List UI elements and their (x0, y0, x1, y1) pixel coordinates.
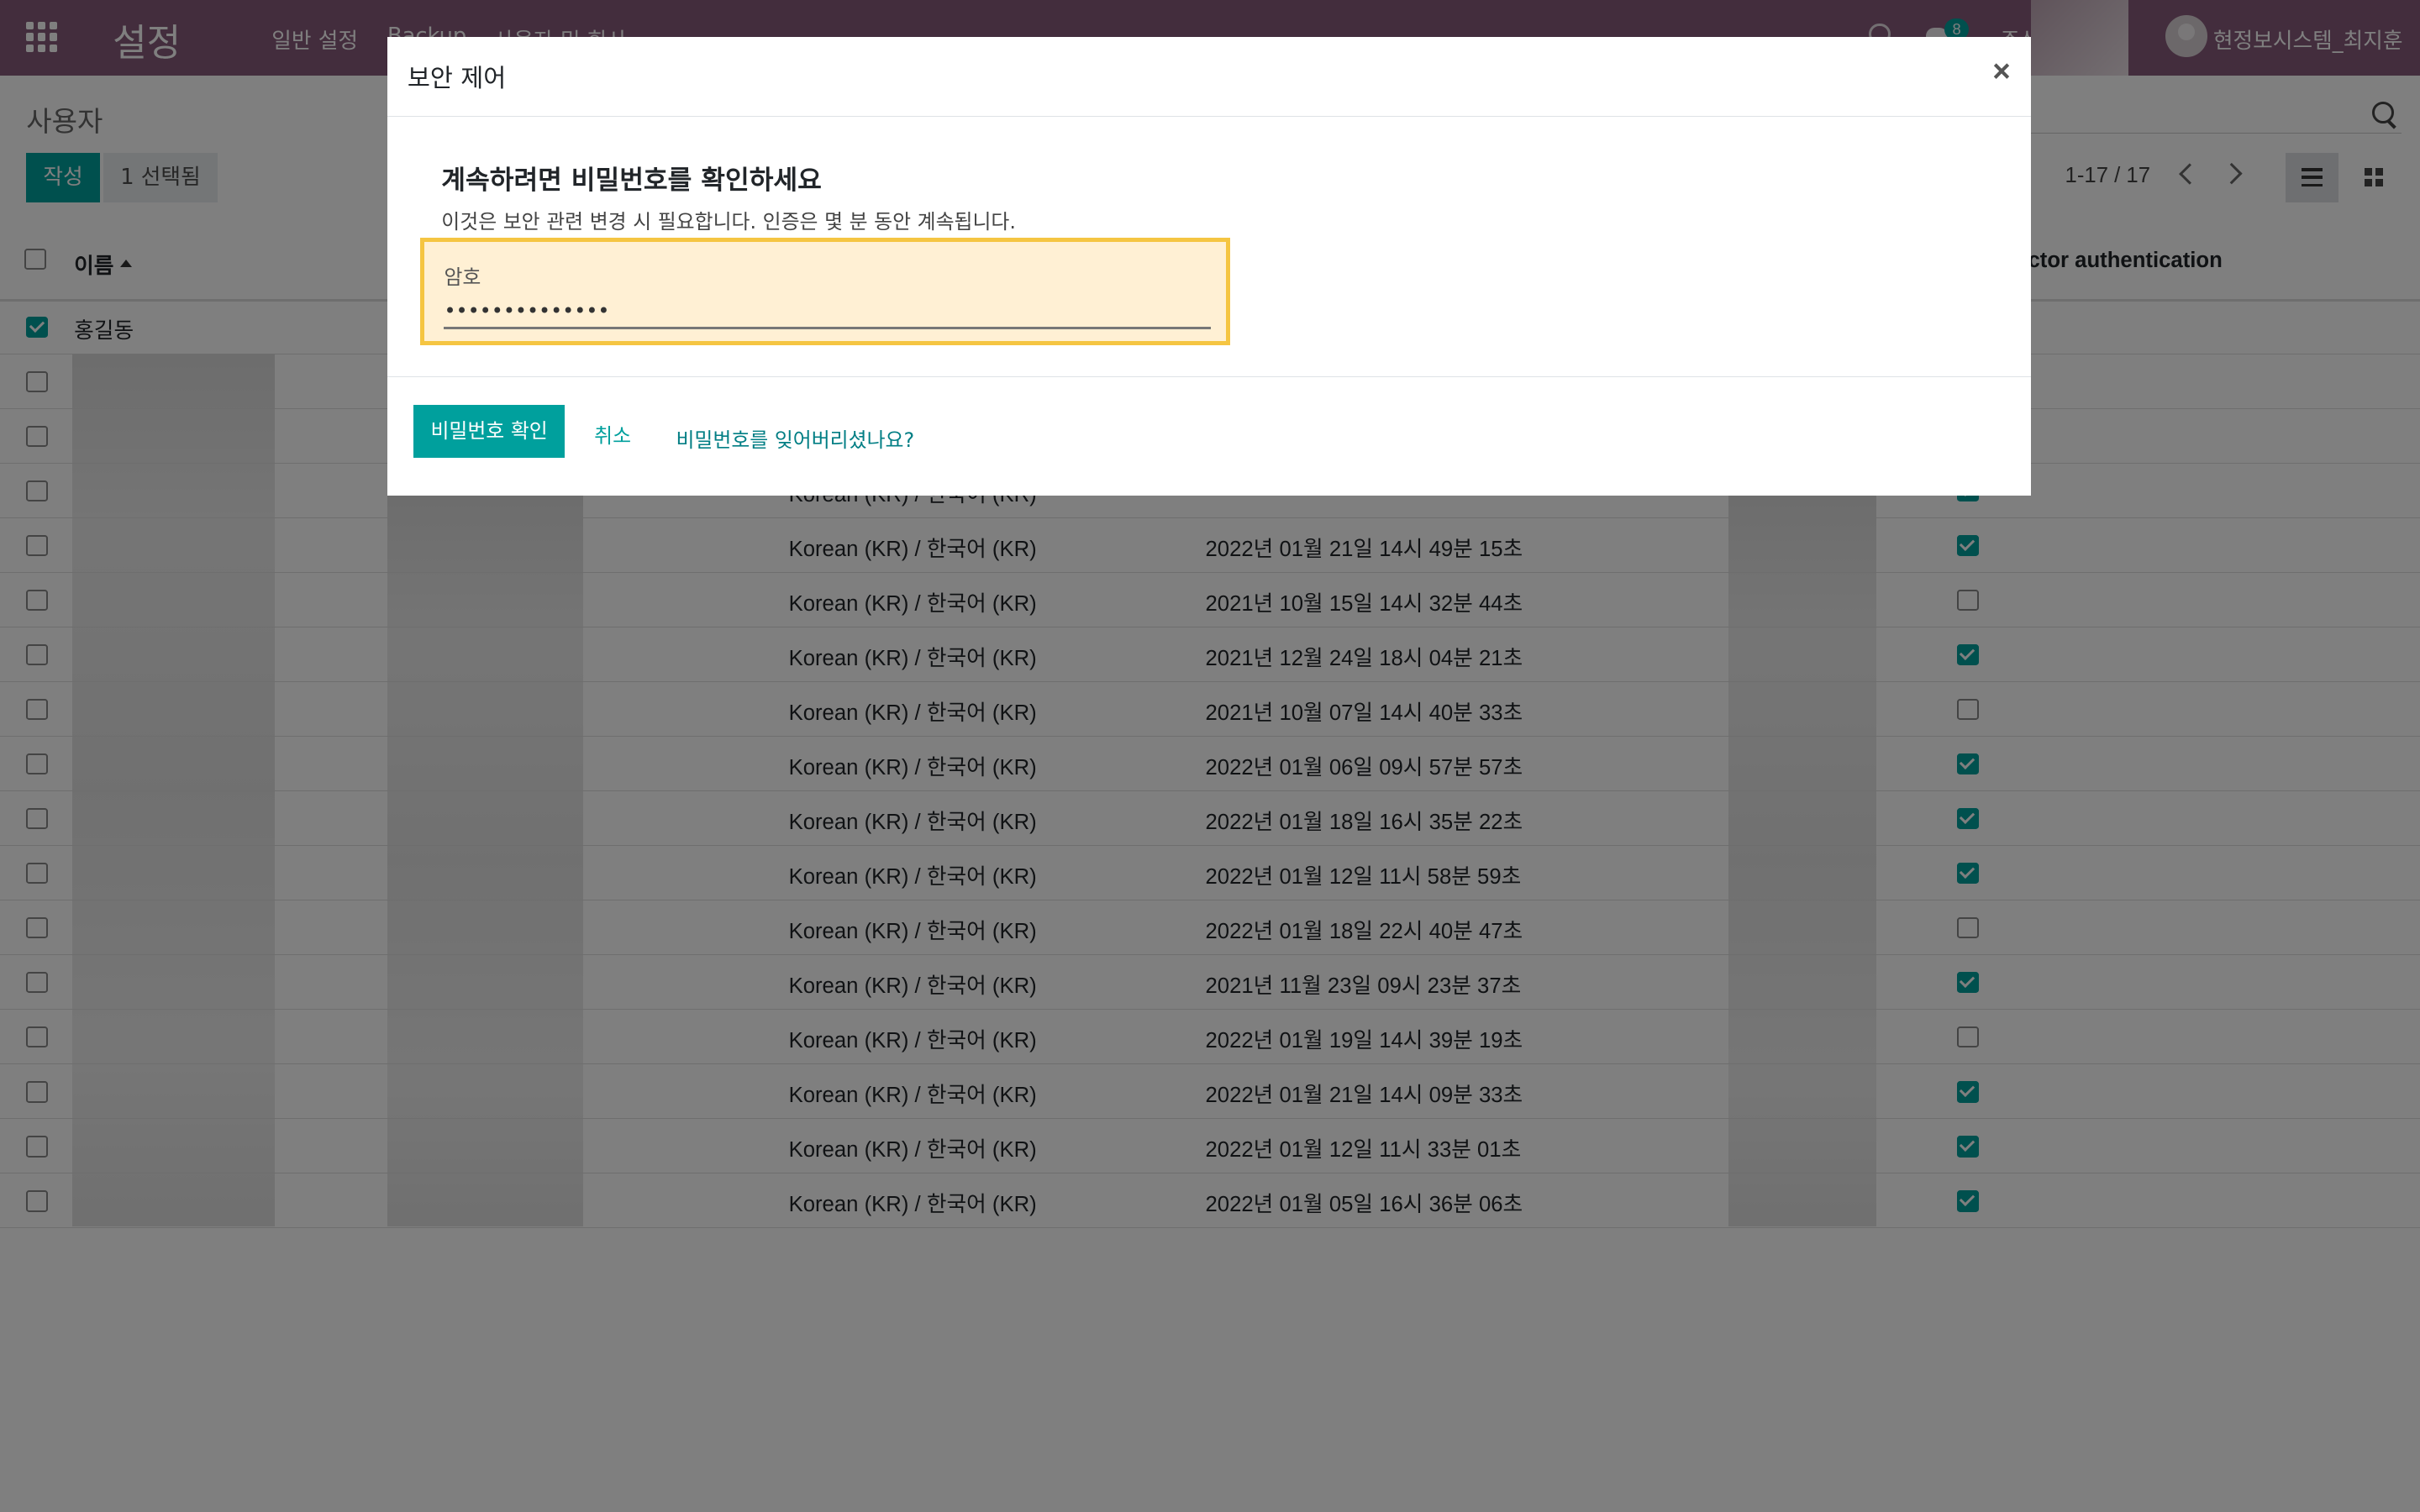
forgot-password-link[interactable]: 비밀번호를 잊어버리셨나요? (676, 423, 914, 453)
password-input[interactable] (444, 296, 1212, 329)
cancel-button[interactable]: 취소 (594, 419, 631, 449)
security-control-dialog: 보안 제어 × 계속하려면 비밀번호를 확인하세요 이것은 보안 관련 변경 시… (387, 37, 2032, 496)
dialog-description: 이것은 보안 관련 변경 시 필요합니다. 인증은 몇 분 동안 계속됩니다. (441, 210, 1016, 234)
dialog-header: 보안 제어 × (387, 37, 2032, 117)
password-label: 암호 (444, 265, 481, 289)
dialog-title: 보안 제어 (407, 63, 507, 92)
close-icon[interactable]: × (1992, 54, 2010, 89)
dialog-footer: 비밀번호 확인 취소 비밀번호를 잊어버리셨나요? (387, 376, 2032, 496)
confirm-password-button[interactable]: 비밀번호 확인 (413, 405, 565, 458)
dialog-heading: 계속하려면 비밀번호를 확인하세요 (441, 165, 822, 197)
app-root: 설정 일반 설정 Backup 사용자 및 회사 8 주식 현정보시스템_최지훈… (0, 0, 2420, 1512)
password-field-group: 암호 (419, 237, 1230, 346)
